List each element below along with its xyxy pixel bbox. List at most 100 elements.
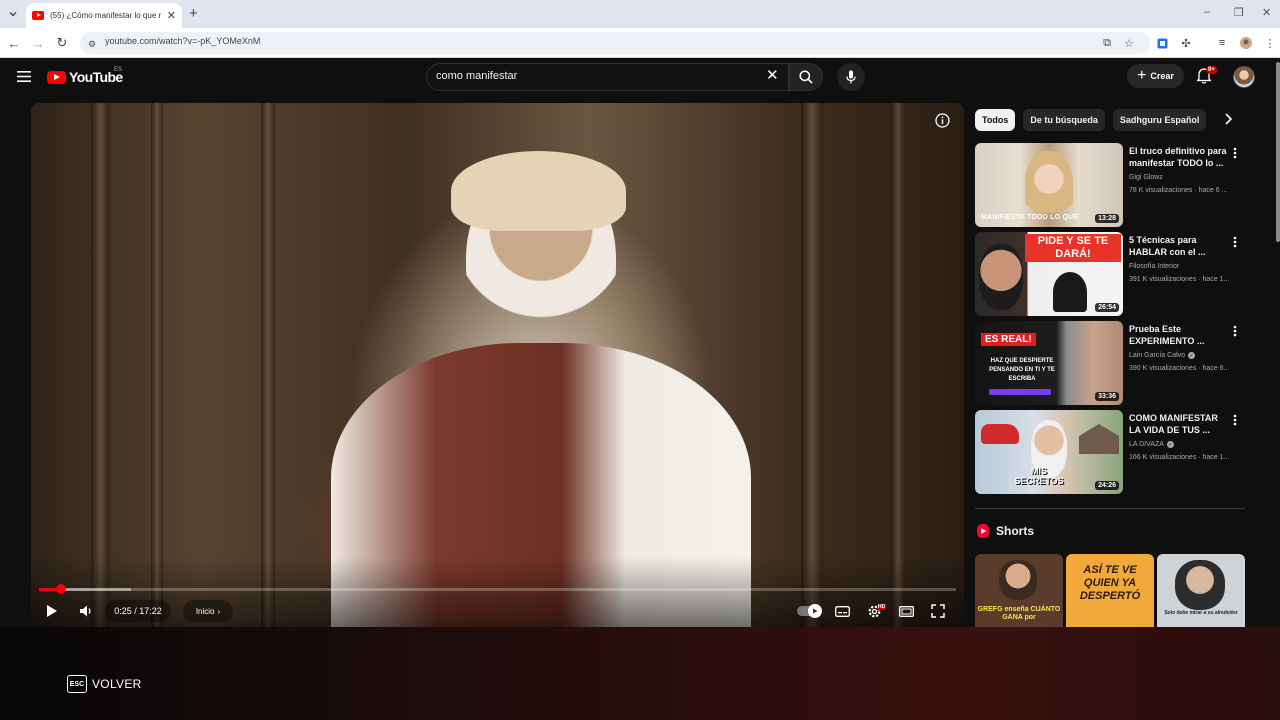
video-duration: 33:36 — [1095, 392, 1119, 401]
page-scrollbar[interactable] — [1276, 62, 1280, 242]
search-button[interactable] — [789, 63, 823, 91]
chip-de-tu-busqueda[interactable]: De tu búsqueda — [1023, 109, 1105, 131]
account-avatar[interactable] — [1233, 66, 1255, 88]
short-title: Solo debe mirar a su alrededor — [1164, 610, 1238, 616]
plus-icon: + — [1137, 67, 1147, 84]
theater-mode-button[interactable] — [895, 600, 917, 622]
short-item[interactable]: GREFG enseña CUÁNTO GANA por — [975, 554, 1063, 628]
short-title: GREFG enseña CUÁNTO GANA por — [977, 606, 1061, 621]
section-divider — [975, 508, 1245, 509]
shorts-heading: Shorts — [977, 524, 1034, 538]
video-title[interactable]: El truco definitivo para manifestar TODO… — [1129, 145, 1227, 169]
time-display: 0:25 / 17:22 — [105, 600, 171, 622]
browser-tab-title: (55) ¿Cómo manifestar lo que r — [50, 11, 161, 20]
recommendation-item[interactable]: PIDE Y SE TE DARÁ! 26:54 5 Técnicas para… — [975, 232, 1245, 316]
video-meta: 390 K visualizaciones · hace 6... — [1129, 365, 1230, 372]
chapter-label: Inicio — [195, 606, 215, 616]
more-options-icon[interactable] — [1233, 147, 1237, 159]
browser-tab-active[interactable]: (55) ¿Cómo manifestar lo que r ✕ — [26, 3, 182, 28]
window-minimize-icon[interactable]: – — [1204, 6, 1210, 18]
country-code: ES — [114, 67, 123, 73]
tab-list-chevron-icon[interactable] — [4, 5, 22, 23]
recommendation-item[interactable]: MANIFIESTA TODO LO QUE 13:28 El truco de… — [975, 143, 1245, 227]
more-options-icon[interactable] — [1233, 414, 1237, 426]
video-thumbnail[interactable]: ES REAL! HAZ QUE DESPIERTE PENSANDO EN T… — [975, 321, 1123, 405]
subtitles-button[interactable] — [831, 600, 853, 622]
browser-menu-icon[interactable]: ⋮ — [1263, 36, 1277, 50]
channel-name-text: LA DIVAZA — [1129, 441, 1164, 448]
recommendation-item[interactable]: ES REAL! HAZ QUE DESPIERTE PENSANDO EN T… — [975, 321, 1245, 405]
tab-close-icon[interactable]: ✕ — [167, 9, 176, 22]
notification-count-badge: 9+ — [1206, 66, 1217, 74]
search-input[interactable]: como manifestar — [436, 70, 517, 82]
video-title[interactable]: Prueba Este EXPERIMENTO ... — [1129, 323, 1227, 347]
window-close-icon[interactable]: ✕ — [1262, 6, 1271, 19]
controls-gradient — [31, 557, 964, 627]
short-item[interactable]: Solo debe mirar a su alrededor — [1157, 554, 1245, 628]
bottom-overlay-bar: ESC VOLVER — [0, 627, 1280, 720]
recommendation-item[interactable]: MIS SECRETOS 24:26 COMO MANIFESTAR LA VI… — [975, 410, 1245, 494]
youtube-logo[interactable]: YouTube — [47, 69, 123, 85]
channel-name[interactable]: Lain García Calvo ✓ — [1129, 352, 1196, 359]
thumbnail-text: ES REAL! — [981, 333, 1036, 346]
chevron-right-icon[interactable] — [1222, 112, 1234, 126]
video-title[interactable]: 5 Técnicas para HABLAR con el ... — [1129, 234, 1227, 258]
back-arrow-icon[interactable]: ← — [6, 35, 22, 51]
reload-icon[interactable]: ↻ — [54, 35, 70, 51]
channel-name[interactable]: LA DIVAZA ✓ — [1129, 441, 1174, 448]
clear-search-icon[interactable]: ✕ — [766, 68, 779, 84]
chapter-button[interactable]: Inicio › — [183, 600, 233, 622]
channel-name[interactable]: Filosofía Interior — [1129, 263, 1179, 270]
video-thumbnail[interactable]: MIS SECRETOS 24:26 — [975, 410, 1123, 494]
volume-icon — [80, 605, 91, 617]
video-meta: 166 K visualizaciones · hace 1... — [1129, 454, 1230, 461]
youtube-favicon-icon — [32, 11, 44, 20]
extension-icon[interactable] — [1155, 36, 1169, 50]
subtitles-icon — [834, 605, 850, 617]
play-button[interactable] — [41, 600, 63, 622]
shorts-heading-label: Shorts — [996, 524, 1035, 538]
profile-avatar-icon[interactable] — [1239, 36, 1253, 50]
bamboo-stalk — [91, 103, 109, 627]
media-control-icon[interactable]: ≡ — [1215, 36, 1229, 50]
filter-chips: Todos De tu búsqueda Sadhguru Español — [975, 109, 1207, 131]
progress-bar[interactable] — [39, 588, 956, 591]
site-info-icon[interactable]: ⚙ — [84, 36, 100, 52]
create-button[interactable]: + Crear — [1127, 64, 1184, 88]
autoplay-toggle[interactable] — [795, 600, 823, 622]
fullscreen-button[interactable] — [927, 600, 949, 622]
hamburger-menu-icon[interactable] — [17, 71, 31, 82]
more-options-icon[interactable] — [1233, 325, 1237, 337]
chip-todos[interactable]: Todos — [975, 109, 1016, 131]
chip-sadhguru-espanol[interactable]: Sadhguru Español — [1112, 109, 1207, 131]
shorts-logo-icon — [977, 524, 989, 538]
new-tab-plus-icon[interactable]: + — [189, 5, 198, 23]
video-duration: 26:54 — [1095, 303, 1119, 312]
youtube-play-logo-icon — [47, 70, 66, 84]
volume-button[interactable] — [75, 600, 97, 622]
verified-check-icon: ✓ — [1166, 441, 1174, 448]
window-restore-icon[interactable]: ❐ — [1234, 6, 1244, 19]
voice-search-button[interactable] — [837, 63, 865, 91]
forward-arrow-icon[interactable]: → — [30, 35, 46, 51]
info-icon[interactable] — [935, 113, 950, 128]
autoplay-play-icon — [813, 608, 818, 614]
back-button[interactable]: ESC VOLVER — [67, 675, 142, 693]
thumbnail-subtext: HAZ QUE DESPIERTE PENSANDO EN TI Y TE ES… — [989, 358, 1055, 382]
progress-scrubber-handle[interactable] — [56, 584, 66, 594]
channel-name[interactable]: Gigi Glowz — [1129, 174, 1163, 181]
extensions-puzzle-icon[interactable]: ✣ — [1179, 36, 1193, 50]
short-item[interactable]: ASÍ TE VE QUIEN YA DESPERTÓ — [1066, 554, 1154, 628]
video-thumbnail[interactable]: MANIFIESTA TODO LO QUE 13:28 — [975, 143, 1123, 227]
more-options-icon[interactable] — [1233, 236, 1237, 248]
video-duration: 24:26 — [1095, 481, 1119, 490]
video-player[interactable]: 0:25 / 17:22 Inicio › HD — [31, 103, 964, 627]
video-thumbnail[interactable]: PIDE Y SE TE DARÁ! 26:54 — [975, 232, 1123, 316]
thumbnail-text: MIS SECRETOS — [1014, 466, 1064, 486]
video-title[interactable]: COMO MANIFESTAR LA VIDA DE TUS ... — [1129, 412, 1227, 436]
url-text[interactable]: youtube.com/watch?v=-pK_YOMeXnM — [105, 36, 260, 46]
install-app-icon[interactable]: ⧉ — [1100, 36, 1114, 50]
bamboo-stalk — [801, 103, 823, 627]
bookmark-star-icon[interactable]: ☆ — [1122, 36, 1136, 50]
microphone-icon — [846, 70, 856, 84]
